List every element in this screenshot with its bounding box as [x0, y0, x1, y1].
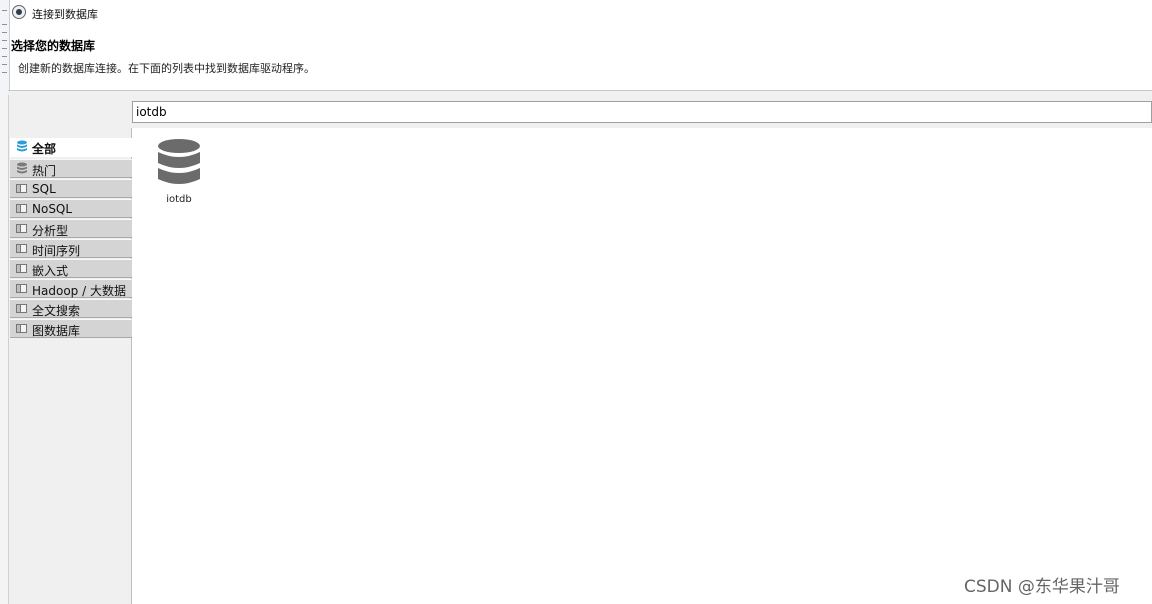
category-label: NoSQL [32, 202, 73, 216]
category-label: 热门 [32, 164, 57, 178]
folder-icon [16, 304, 27, 313]
search-input[interactable] [132, 101, 1152, 123]
window-frame-edge-lower [0, 94, 9, 604]
category-item-embedded[interactable]: 嵌入式 [10, 259, 132, 278]
database-icon [158, 139, 200, 184]
category-item-fulltext[interactable]: 全文搜索 [10, 299, 132, 318]
page-title: 选择您的数据库 [11, 39, 96, 53]
folder-icon [16, 264, 27, 273]
driver-label: iotdb [166, 194, 192, 205]
category-label: Hadoop / 大数据 [32, 284, 126, 298]
folder-icon [16, 244, 27, 253]
folder-icon [16, 204, 27, 213]
category-label: 全文搜索 [32, 304, 81, 318]
folder-icon [16, 284, 27, 293]
folder-icon [16, 184, 27, 193]
database-stack-gray-icon [17, 162, 27, 174]
driver-item-iotdb[interactable]: iotdb [152, 138, 206, 208]
category-item-popular[interactable]: 热门 [10, 159, 132, 178]
app-logo-icon [12, 5, 26, 19]
category-label: 全部 [32, 142, 57, 156]
driver-list: iotdb [132, 128, 1152, 604]
folder-icon [16, 224, 27, 233]
category-item-all[interactable]: 全部 [10, 138, 132, 157]
category-item-sql[interactable]: SQL [10, 179, 132, 198]
category-label: 图数据库 [32, 324, 81, 338]
window-title: 连接到数据库 [32, 8, 98, 21]
window-frame-edge [0, 0, 10, 94]
folder-icon [16, 324, 27, 333]
category-item-analytical[interactable]: 分析型 [10, 219, 132, 238]
search-bar [9, 94, 1152, 128]
wizard-header: 选择您的数据库 创建新的数据库连接。在下面的列表中找到数据库驱动程序。 [10, 30, 1152, 90]
category-label: 嵌入式 [32, 264, 69, 278]
category-item-graph[interactable]: 图数据库 [10, 319, 132, 338]
category-sidebar: 全部 热门 SQL NoSQL 分析型 时间序列 嵌入式 Hadoop / 大数… [9, 128, 132, 604]
category-label: SQL [32, 182, 56, 196]
watermark: CSDN @东华果汁哥 [964, 577, 1120, 597]
category-item-hadoop[interactable]: Hadoop / 大数据 [10, 279, 132, 298]
database-stack-icon [17, 140, 27, 152]
page-description: 创建新的数据库连接。在下面的列表中找到数据库驱动程序。 [18, 62, 315, 75]
title-bar: 连接到数据库 [10, 0, 1152, 28]
category-item-nosql[interactable]: NoSQL [10, 199, 132, 218]
category-label: 分析型 [32, 224, 69, 238]
category-item-timeseries[interactable]: 时间序列 [10, 239, 132, 258]
category-label: 时间序列 [32, 244, 81, 258]
